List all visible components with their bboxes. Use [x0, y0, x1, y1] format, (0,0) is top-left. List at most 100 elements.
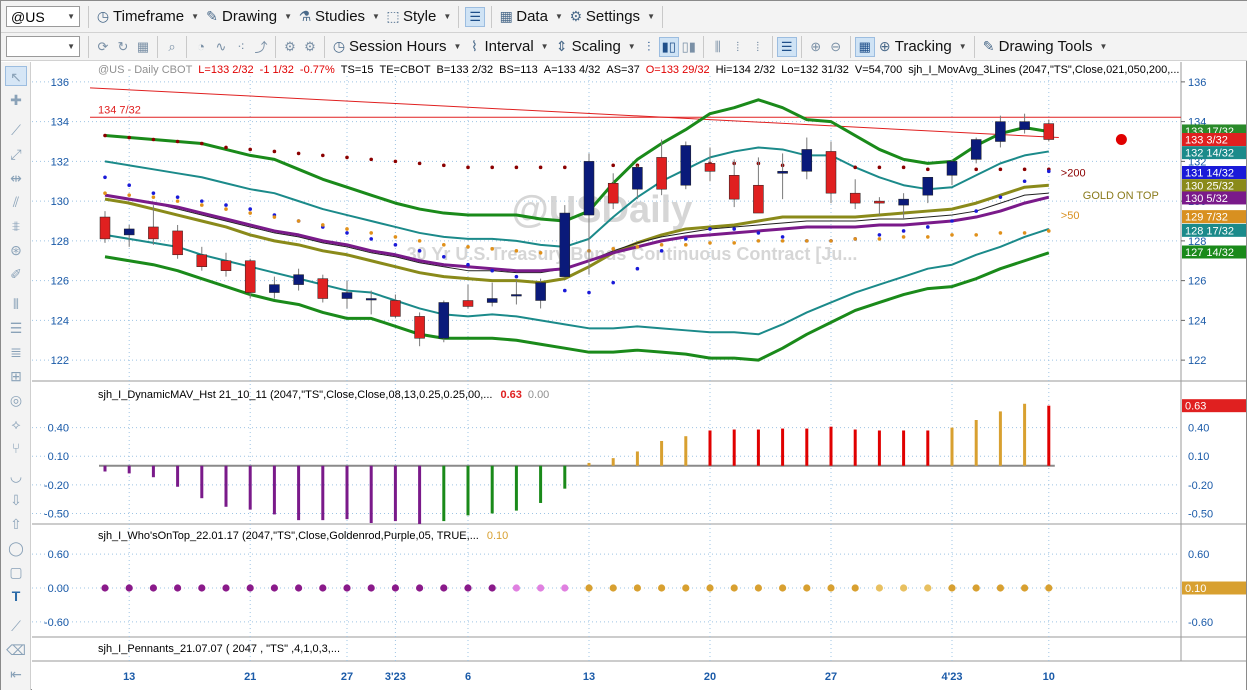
fib-tool-icon[interactable]: ☰ [5, 318, 27, 338]
dots-orange-point [272, 215, 277, 219]
pointer-icon[interactable]: ↖ [5, 66, 27, 86]
session-hours-button[interactable]: ◷ Session Hours ▼ [329, 35, 464, 59]
candle-body [414, 316, 425, 339]
dots-blue-point [1022, 179, 1027, 184]
wot-dot [319, 584, 327, 592]
properties-icon[interactable]: ⚙ [300, 37, 320, 57]
horizontal-line-label: 134 7/32 [98, 104, 141, 116]
trend-icon[interactable]: ⤴ [251, 37, 271, 57]
zoom-out-icon[interactable]: ⊖ [826, 37, 846, 57]
arc-tool-icon[interactable]: ◡ [5, 466, 27, 486]
chart-area[interactable]: @US - Daily CBOT L=133 2/32 -1 1/32 -0.77% T… [32, 62, 1246, 690]
dots-blue-point [248, 207, 252, 211]
dots-orange-point [926, 235, 930, 239]
parallel-lines-icon[interactable]: ⩨ [5, 216, 27, 236]
rectangle-tool-icon[interactable]: ▢ [5, 562, 27, 582]
wot-dot [633, 584, 642, 592]
trendline-tool-icon[interactable]: ⟋ [5, 120, 27, 140]
arrow-up-icon[interactable]: ⇧ [5, 514, 27, 534]
arrow-down-icon[interactable]: ⇩ [5, 490, 27, 510]
wot-dot [488, 584, 496, 592]
dots-darkred-point [272, 149, 277, 154]
zoom-in-icon[interactable]: ⊕ [806, 37, 826, 57]
gann-tool-icon[interactable]: ⊛ [5, 240, 27, 260]
wot-dot [827, 584, 835, 592]
time-axis-label: 13 [583, 671, 595, 683]
candle-body [559, 212, 571, 277]
panes-icon[interactable]: ☰ [776, 36, 797, 57]
dots-darkred-point [998, 167, 1003, 172]
ellipse-tool-icon[interactable]: ◯ [5, 538, 27, 558]
dots-darkred-point [514, 165, 519, 170]
pencil-tool-icon[interactable]: ✐ [5, 264, 27, 284]
ohlc-icon[interactable]: ⦙ [728, 37, 748, 57]
crosshair-tool-icon[interactable]: ✚ [5, 90, 27, 110]
dots-orange-point [200, 203, 204, 207]
gauge-icon[interactable]: ◔ [191, 37, 211, 57]
candlestick-icon[interactable]: ▮▯ [658, 36, 679, 57]
status-readout: TS=15 [341, 64, 374, 76]
interval-combo[interactable]: ▼ [6, 36, 80, 57]
volume-bars-icon[interactable]: ⫼ [708, 37, 728, 57]
andrews-pitchfork-icon[interactable]: ⑂ [5, 438, 27, 458]
dots-blue-point [611, 280, 615, 285]
bar-chart-icon[interactable]: ⫶ [639, 37, 659, 57]
speed-lines-icon[interactable]: ⟡ [5, 414, 27, 434]
text-tool-icon[interactable]: T [5, 586, 27, 606]
toolbar-separator [88, 35, 89, 58]
channel-tool-icon[interactable]: ⫽ [5, 192, 27, 212]
fib-circle-icon[interactable]: ◎ [5, 390, 27, 410]
chart-toolbar: ▼ ⟳ ↻ ▦ ⌕ ◔ ∿ ⁖ ⤴ ⚙ ⚙ ◷ Session Hours ▼ … [1, 33, 1247, 61]
horizontal-line-icon[interactable]: ⇹ [5, 168, 27, 188]
candle-body [269, 284, 280, 293]
toolbar-separator [458, 5, 460, 28]
dots-blue-point [151, 191, 156, 195]
grid-icon[interactable]: ▦ [133, 37, 153, 57]
drawing-tools-button[interactable]: ✎ Drawing Tools ▼ [979, 35, 1111, 59]
refresh-icon[interactable]: ⟳ [93, 37, 113, 57]
candle-body [753, 184, 764, 214]
interval-button[interactable]: ⌇ Interval ▼ [464, 35, 551, 59]
format-icon[interactable]: ⚙ [280, 37, 300, 57]
drawing-button[interactable]: ✎ Drawing ▼ [202, 5, 295, 29]
style-button[interactable]: ⬚ Style ▼ [383, 5, 454, 29]
timeframe-button[interactable]: ◷ Timeframe ▼ [93, 5, 202, 29]
reload-icon[interactable]: ↻ [113, 37, 133, 57]
dots-darkred-point [466, 165, 470, 170]
magnifier-icon[interactable]: ⌕ [162, 37, 182, 57]
dynamic-mav-current: 0.63 [500, 389, 521, 401]
tracking-button[interactable]: ⊕ Tracking ▼ [875, 35, 970, 59]
scatter-icon[interactable]: ⁖ [231, 37, 251, 57]
series-annotation: >200 [1061, 167, 1086, 179]
hollow-candle-icon[interactable]: ▯▮ [679, 37, 699, 57]
data-button[interactable]: ▦ Data ▼ [496, 5, 566, 29]
fib-time-icon[interactable]: ⊞ [5, 366, 27, 386]
toolbar-separator [157, 35, 158, 58]
symbol-combo[interactable]: @US ▼ [6, 6, 80, 27]
eraser-icon[interactable]: ⌫ [5, 640, 27, 660]
settings-label: Settings [585, 8, 641, 25]
candle-body [825, 151, 837, 194]
dots-blue-point [490, 268, 495, 273]
flask-icon: ⚗ [298, 8, 312, 24]
scaling-button[interactable]: ⇕ Scaling ▼ [552, 35, 639, 59]
hlc-icon[interactable]: ⦙ [748, 37, 768, 57]
dots-darkred-point [369, 157, 374, 162]
remove-drawings-icon[interactable]: ⟋ [5, 616, 27, 636]
dots-darkred-point [103, 133, 107, 138]
dots-orange-point [538, 251, 543, 255]
collapse-sidebar-icon[interactable]: ⇤ [5, 664, 27, 684]
panes-layout-icon[interactable]: ☰ [465, 6, 486, 27]
mav-axis-label: 0.10 [1188, 451, 1209, 463]
dots-blue-point [635, 266, 640, 271]
fib-extension-icon[interactable]: ≣ [5, 342, 27, 362]
dots-blue-point [200, 199, 204, 203]
line-chart-icon[interactable]: ∿ [211, 37, 231, 57]
data-window-icon[interactable]: ▦ [854, 36, 875, 57]
settings-button[interactable]: ⚙ Settings ▼ [566, 5, 658, 29]
dots-orange-point [974, 233, 978, 237]
ray-tool-icon[interactable]: ⤢ [5, 144, 27, 164]
studies-button[interactable]: ⚗ Studies ▼ [295, 5, 383, 29]
vertical-lines-icon[interactable]: ⦀ [5, 294, 27, 314]
candle-body [511, 294, 522, 297]
